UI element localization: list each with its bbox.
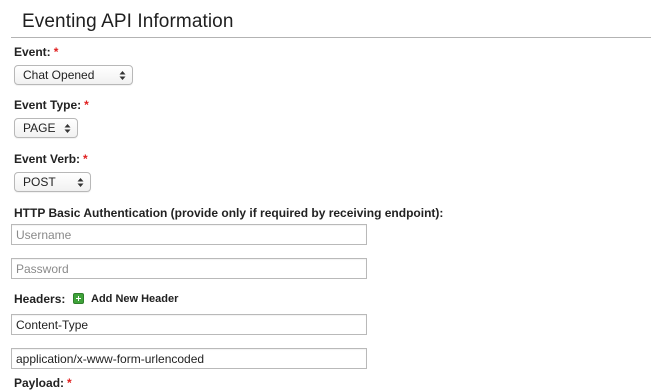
header-value-input[interactable] xyxy=(11,348,367,369)
event-label: Event: * xyxy=(14,45,58,59)
payload-label: Payload: * xyxy=(14,376,72,390)
section-title: Eventing API Information xyxy=(22,11,234,32)
required-marker: * xyxy=(67,376,72,390)
header-name-input[interactable] xyxy=(11,314,367,335)
required-marker: * xyxy=(83,152,88,166)
event-type-select-value: PAGE xyxy=(23,121,56,135)
add-header-link[interactable]: Add New Header xyxy=(91,293,178,305)
headers-label: Headers: xyxy=(14,292,66,306)
section-divider xyxy=(11,37,651,38)
event-type-label: Event Type: * xyxy=(14,98,89,112)
required-marker: * xyxy=(84,98,89,112)
payload-label-text: Payload: xyxy=(14,376,65,390)
required-marker: * xyxy=(53,45,59,59)
event-select[interactable]: Chat Opened xyxy=(14,65,133,85)
username-input[interactable] xyxy=(11,224,367,245)
select-arrows-icon xyxy=(64,124,71,133)
event-label-text: Event: xyxy=(14,45,51,59)
event-verb-label-text: Event Verb: xyxy=(14,152,81,166)
event-type-label-text: Event Type: xyxy=(14,98,82,112)
select-arrows-icon xyxy=(119,71,126,80)
event-verb-label: Event Verb: * xyxy=(14,152,88,166)
select-arrows-icon xyxy=(77,178,84,187)
add-header-icon[interactable] xyxy=(73,293,84,304)
auth-label: HTTP Basic Authentication (provide only … xyxy=(14,206,444,220)
event-select-value: Chat Opened xyxy=(23,68,95,82)
password-input[interactable] xyxy=(11,258,367,279)
event-verb-select[interactable]: POST xyxy=(14,172,91,192)
event-type-select[interactable]: PAGE xyxy=(14,118,78,138)
event-verb-select-value: POST xyxy=(23,175,56,189)
